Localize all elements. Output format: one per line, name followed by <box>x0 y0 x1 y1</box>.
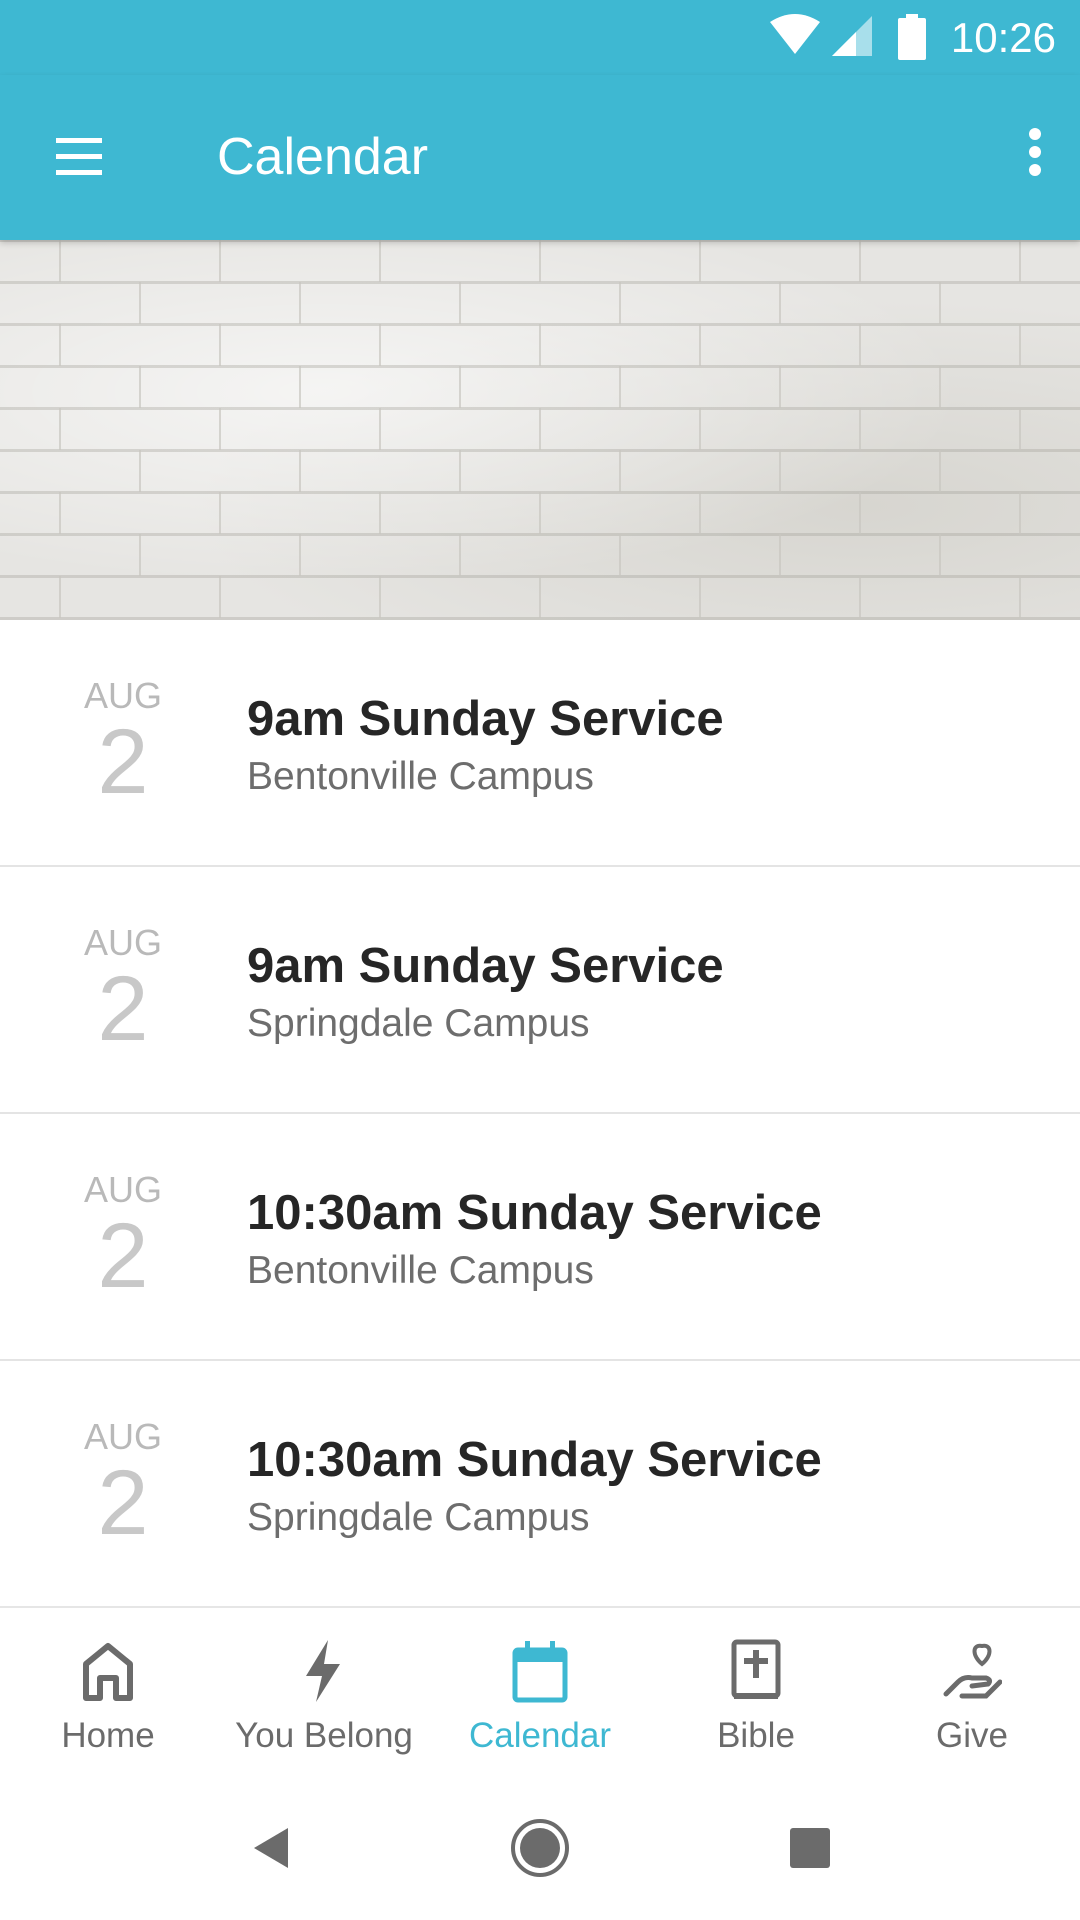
event-month: AUG <box>84 675 163 716</box>
lightning-icon <box>294 1638 354 1704</box>
home-icon <box>78 1638 138 1704</box>
event-title: 9am Sunday Service <box>247 939 724 993</box>
event-list-item[interactable]: AUG 2 10:30am Sunday Service Bentonville… <box>0 1114 1080 1361</box>
event-title: 9am Sunday Service <box>247 692 724 746</box>
nav-label: You Belong <box>235 1716 413 1755</box>
bottom-nav: Home You Belong Calendar Bible Give <box>0 1606 1080 1778</box>
event-day: 2 <box>97 711 149 813</box>
event-list: AUG 2 9am Sunday Service Bentonville Cam… <box>0 620 1080 1608</box>
hamburger-menu-icon[interactable] <box>42 125 126 185</box>
nav-item-bible[interactable]: Bible <box>648 1608 864 1778</box>
nav-item-you-belong[interactable]: You Belong <box>216 1608 432 1778</box>
bible-icon <box>726 1638 786 1704</box>
nav-item-give[interactable]: Give <box>864 1608 1080 1778</box>
brick-wall-texture <box>59 240 1021 618</box>
event-day: 2 <box>97 1205 149 1307</box>
give-heart-hand-icon <box>942 1638 1003 1704</box>
page-title: Calendar <box>217 128 429 186</box>
hero-banner-image <box>0 240 1080 620</box>
nav-label: Calendar <box>468 1716 612 1755</box>
system-nav-bar <box>0 1776 1080 1920</box>
event-day: 2 <box>97 958 149 1060</box>
event-title: 10:30am Sunday Service <box>247 1186 822 1240</box>
wifi-icon <box>770 14 820 61</box>
nav-item-home[interactable]: Home <box>0 1608 216 1778</box>
home-circle-icon[interactable] <box>508 1816 572 1880</box>
calendar-icon <box>510 1638 570 1704</box>
app-bar: Calendar <box>0 75 1080 240</box>
event-day: 2 <box>97 1452 149 1554</box>
nav-label: Home <box>61 1716 155 1755</box>
event-campus: Bentonville Campus <box>247 755 594 798</box>
status-time: 10:26 <box>950 14 1056 61</box>
event-campus: Bentonville Campus <box>247 1249 594 1292</box>
event-month: AUG <box>84 1169 163 1210</box>
event-month: AUG <box>84 922 163 963</box>
cell-signal-icon <box>830 14 874 63</box>
nav-label: Bible <box>717 1716 795 1755</box>
more-vert-icon[interactable] <box>1010 120 1060 190</box>
event-month: AUG <box>84 1416 163 1457</box>
back-icon[interactable] <box>240 1816 304 1880</box>
recents-icon[interactable] <box>778 1816 842 1880</box>
event-title: 10:30am Sunday Service <box>247 1433 822 1487</box>
event-list-item[interactable]: AUG 2 9am Sunday Service Springdale Camp… <box>0 867 1080 1114</box>
event-list-item[interactable]: AUG 2 9am Sunday Service Bentonville Cam… <box>0 620 1080 867</box>
event-campus: Springdale Campus <box>247 1002 590 1045</box>
battery-icon <box>896 14 928 65</box>
nav-label: Give <box>936 1716 1008 1755</box>
nav-item-calendar[interactable]: Calendar <box>432 1608 648 1778</box>
event-campus: Springdale Campus <box>247 1496 590 1539</box>
status-bar: 10:26 <box>0 0 1080 75</box>
event-list-item[interactable]: AUG 2 10:30am Sunday Service Springdale … <box>0 1361 1080 1608</box>
